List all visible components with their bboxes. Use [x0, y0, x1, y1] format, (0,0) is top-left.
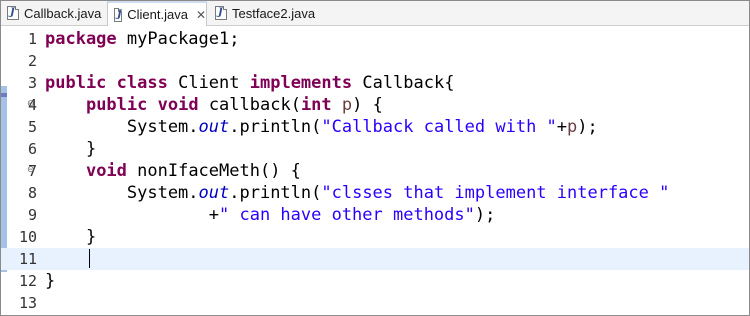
line-number: 9: [27, 206, 37, 224]
code-token: myPackage1;: [116, 29, 240, 49]
code-text: public class Client implements Callback{: [45, 72, 454, 94]
line-number: 1: [27, 30, 37, 48]
code-line[interactable]: 5 System.out.println("Callback called wi…: [1, 116, 749, 138]
code-token: System.: [45, 183, 199, 203]
line-number: 13: [18, 294, 37, 312]
line-number: 11: [18, 250, 37, 268]
code-line[interactable]: 12}: [1, 270, 749, 292]
java-file-icon: J: [215, 6, 227, 20]
code-token: .println(: [229, 183, 322, 203]
line-number: 5: [27, 118, 37, 136]
text-caret: [89, 249, 90, 268]
code-line[interactable]: 7 ⊖ void nonIfaceMeth() {: [1, 160, 749, 182]
editor-window: J Callback.java J Client.java ✕ J Testfa…: [0, 0, 750, 316]
code-token: .println(: [229, 117, 322, 137]
java-file-icon: J: [7, 6, 19, 20]
tab-label: Callback.java: [24, 5, 102, 21]
code-token: p: [567, 117, 578, 137]
close-icon[interactable]: ✕: [196, 8, 206, 22]
code-token: );: [577, 117, 598, 137]
code-text: }: [45, 138, 96, 160]
fold-collapse-icon[interactable]: ⊖: [27, 165, 35, 175]
code-token: out: [198, 117, 230, 137]
code-token: }: [45, 139, 97, 159]
tab-testface2-java[interactable]: J Testface2.java: [209, 1, 319, 25]
code-line[interactable]: 2: [1, 50, 749, 72]
java-file-icon: J: [114, 7, 123, 22]
line-number: 2: [27, 52, 37, 70]
code-token: out: [198, 183, 230, 203]
code-text: +" can have other methods");: [45, 204, 496, 226]
code-line[interactable]: 10 }: [1, 226, 749, 248]
code-line[interactable]: 4 ⊖ public void callback(int p) {: [1, 94, 749, 116]
code-token: void: [85, 161, 127, 181]
tab-client-java[interactable]: J Client.java ✕: [107, 1, 207, 26]
code-token: }: [45, 271, 56, 291]
line-number: 12: [18, 272, 37, 290]
code-line[interactable]: 3 public class Client implements Callback…: [1, 72, 749, 94]
code-text: public void callback(int p) {: [45, 94, 383, 116]
code-line[interactable]: 8 System.out.println("clsses that implem…: [1, 182, 749, 204]
line-number: 3: [27, 74, 37, 92]
code-token: }: [45, 227, 97, 247]
code-token: +: [556, 117, 568, 137]
line-number: 6: [27, 140, 37, 158]
code-line[interactable]: 13: [1, 292, 749, 314]
code-token: callback(: [198, 95, 301, 115]
code-token: +: [45, 205, 219, 225]
line-number: 8: [27, 184, 37, 202]
code-token: void: [157, 95, 199, 115]
code-text: void nonIfaceMeth() {: [45, 160, 301, 182]
code-token: class: [116, 73, 168, 93]
editor-tab-bar: J Callback.java J Client.java ✕ J Testfa…: [1, 1, 749, 26]
code-text: package myPackage1;: [45, 28, 239, 50]
code-token: Client: [167, 73, 250, 93]
code-token: "Callback called with ": [321, 117, 557, 137]
code-token: public: [85, 95, 148, 115]
fold-collapse-icon[interactable]: ⊖: [27, 99, 35, 109]
code-token: "clsses that implement interface ": [321, 183, 670, 203]
tab-label: Testface2.java: [232, 5, 316, 21]
code-token: " can have other methods": [219, 205, 475, 225]
code-token: System.: [45, 117, 199, 137]
code-token: implements: [249, 73, 353, 93]
code-token: int: [300, 95, 332, 115]
code-token: package: [45, 29, 117, 49]
line-number: 10: [18, 228, 37, 246]
code-token: ) {: [352, 95, 383, 115]
code-text: }: [45, 226, 96, 248]
tab-label: Client.java: [127, 7, 188, 22]
code-token: public: [45, 73, 107, 93]
tab-callback-java[interactable]: J Callback.java: [1, 1, 107, 25]
code-text: System.out.println("clsses that implemen…: [45, 182, 670, 204]
code-line[interactable]: 1 package myPackage1;: [1, 28, 749, 50]
code-token: Callback{: [352, 73, 455, 93]
code-line[interactable]: 11: [1, 248, 749, 270]
code-editor[interactable]: 1 package myPackage1; 2 3 public class Clien…: [1, 26, 749, 315]
code-text: }: [45, 270, 55, 292]
code-token: p: [341, 95, 353, 115]
code-line[interactable]: 9 +" can have other methods");: [1, 204, 749, 226]
code-text: System.out.println("Callback called with…: [45, 116, 598, 138]
code-token: );: [474, 205, 496, 225]
code-token: nonIfaceMeth() {: [126, 161, 301, 181]
code-line[interactable]: 6 }: [1, 138, 749, 160]
